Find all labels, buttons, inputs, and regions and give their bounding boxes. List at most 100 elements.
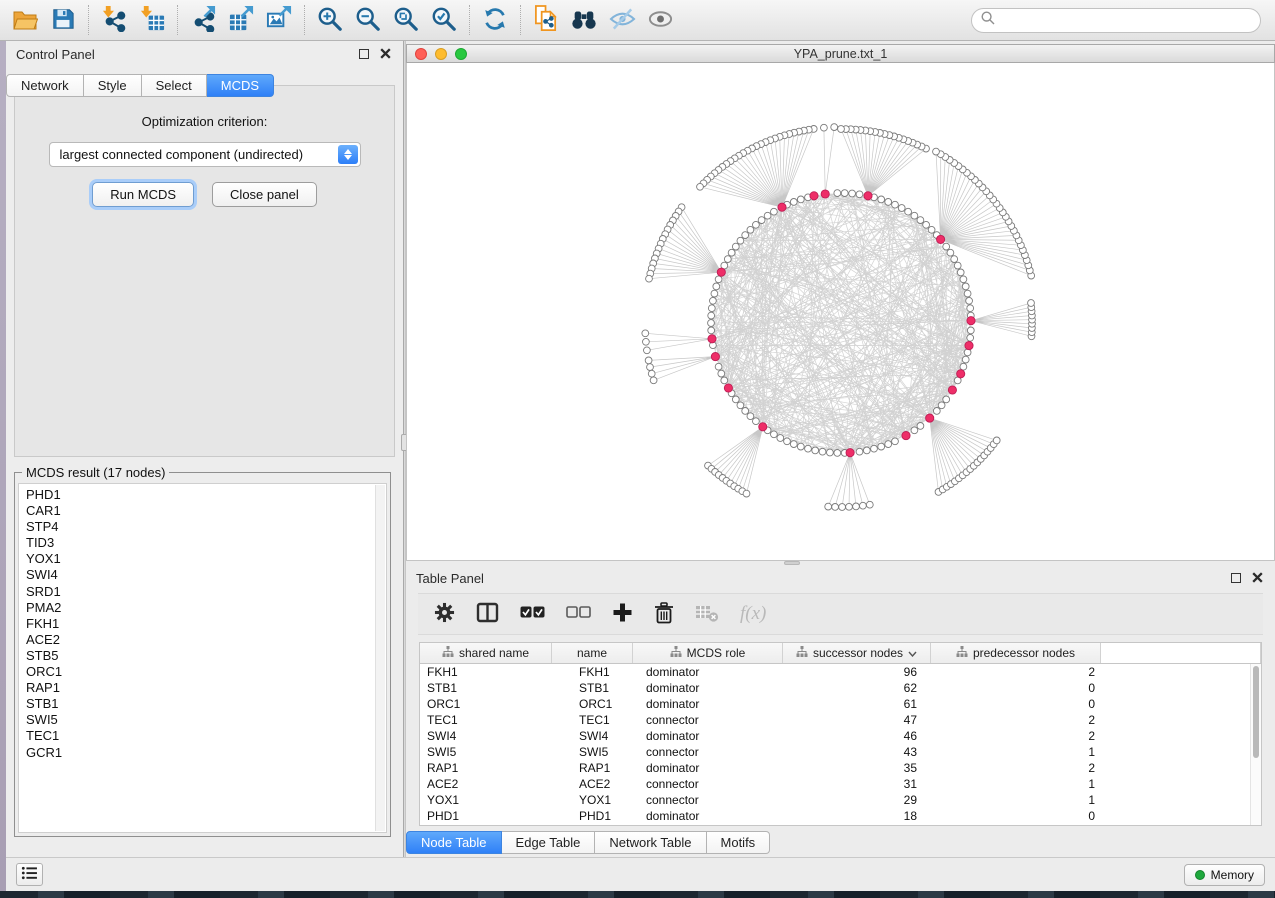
- network-node[interactable]: [832, 504, 839, 511]
- network-node[interactable]: [713, 283, 720, 290]
- show-columns-button[interactable]: [476, 602, 499, 626]
- network-node[interactable]: [743, 490, 750, 497]
- mcds-hub-node[interactable]: [957, 370, 965, 378]
- mcds-hub-node[interactable]: [965, 342, 973, 350]
- table-cell[interactable]: 18: [783, 808, 931, 824]
- network-node[interactable]: [710, 297, 717, 304]
- network-node[interactable]: [878, 196, 885, 203]
- tab-mcds[interactable]: MCDS: [207, 74, 274, 97]
- zoom-fit-button[interactable]: [387, 3, 425, 37]
- network-node[interactable]: [831, 124, 838, 131]
- network-node[interactable]: [742, 232, 749, 239]
- network-node[interactable]: [737, 402, 744, 409]
- mcds-hub-node[interactable]: [708, 335, 716, 343]
- table-cell[interactable]: SWI4: [420, 728, 552, 744]
- network-node[interactable]: [650, 377, 657, 384]
- result-item[interactable]: TEC1: [26, 728, 386, 744]
- network-node[interactable]: [711, 290, 718, 297]
- network-node[interactable]: [821, 124, 828, 131]
- network-node[interactable]: [790, 441, 797, 448]
- result-item[interactable]: FKH1: [26, 616, 386, 632]
- table-cell[interactable]: 0: [931, 680, 1101, 696]
- network-node[interactable]: [647, 364, 654, 371]
- mcds-hub-node[interactable]: [810, 192, 818, 200]
- network-node[interactable]: [834, 450, 841, 457]
- select-all-button[interactable]: [520, 606, 545, 622]
- table-row[interactable]: TEC1TEC1connector472: [420, 712, 1261, 728]
- network-node[interactable]: [708, 305, 715, 312]
- network-node[interactable]: [871, 445, 878, 452]
- run-mcds-button[interactable]: Run MCDS: [92, 182, 194, 207]
- network-node[interactable]: [923, 221, 930, 228]
- network-node[interactable]: [863, 447, 870, 454]
- network-node[interactable]: [819, 448, 826, 455]
- import-network-button[interactable]: [95, 3, 133, 37]
- table-cell[interactable]: ACE2: [420, 776, 552, 792]
- column-header-name[interactable]: name: [552, 643, 633, 663]
- network-node[interactable]: [917, 423, 924, 430]
- table-scrollbar-thumb[interactable]: [1253, 666, 1259, 758]
- zoom-out-button[interactable]: [349, 3, 387, 37]
- network-node[interactable]: [724, 256, 731, 263]
- table-row[interactable]: SWI4SWI4dominator462: [420, 728, 1261, 744]
- network-node[interactable]: [812, 447, 819, 454]
- mcds-hub-node[interactable]: [778, 203, 786, 211]
- network-node[interactable]: [708, 312, 715, 319]
- export-image-button[interactable]: [260, 3, 298, 37]
- zoom-selected-button[interactable]: [425, 3, 463, 37]
- network-node[interactable]: [839, 504, 846, 511]
- mcds-hub-node[interactable]: [759, 423, 767, 431]
- network-node[interactable]: [777, 435, 784, 442]
- criterion-dropdown[interactable]: largest connected component (undirected): [49, 142, 361, 167]
- mcds-hub-node[interactable]: [711, 353, 719, 361]
- table-cell[interactable]: STB1: [420, 680, 552, 696]
- network-node[interactable]: [951, 256, 958, 263]
- result-item[interactable]: STB1: [26, 696, 386, 712]
- result-item[interactable]: RAP1: [26, 680, 386, 696]
- open-session-button[interactable]: [6, 3, 44, 37]
- table-cell[interactable]: dominator: [633, 760, 783, 776]
- search-box[interactable]: [971, 8, 1261, 33]
- table-cell[interactable]: YOX1: [420, 792, 552, 808]
- memory-button[interactable]: Memory: [1184, 864, 1265, 886]
- table-cell[interactable]: RAP1: [552, 760, 633, 776]
- column-header-shared-name[interactable]: shared name: [420, 643, 552, 663]
- table-cell[interactable]: PHD1: [552, 808, 633, 824]
- network-node[interactable]: [898, 205, 905, 212]
- network-node[interactable]: [644, 347, 651, 354]
- network-node[interactable]: [771, 431, 778, 438]
- result-scrollbar[interactable]: [375, 485, 385, 831]
- table-cell[interactable]: SWI5: [420, 744, 552, 760]
- network-node[interactable]: [957, 269, 964, 276]
- mcds-hub-node[interactable]: [937, 235, 945, 243]
- table-row[interactable]: FKH1FKH1dominator962: [420, 664, 1261, 680]
- table-cell[interactable]: connector: [633, 744, 783, 760]
- table-cell[interactable]: 62: [783, 680, 931, 696]
- network-node[interactable]: [938, 402, 945, 409]
- network-node[interactable]: [708, 320, 715, 327]
- network-node[interactable]: [747, 226, 754, 233]
- close-panel-icon[interactable]: [1252, 571, 1263, 586]
- settings-gear-button[interactable]: [434, 602, 455, 626]
- table-row[interactable]: ORC1ORC1dominator610: [420, 696, 1261, 712]
- save-session-button[interactable]: [44, 3, 82, 37]
- column-header-predecessor-nodes[interactable]: predecessor nodes: [931, 643, 1101, 663]
- network-node[interactable]: [708, 327, 715, 334]
- mcds-hub-node[interactable]: [821, 190, 829, 198]
- tab-select[interactable]: Select: [142, 74, 207, 97]
- delete-column-button[interactable]: [654, 602, 674, 627]
- network-node[interactable]: [960, 363, 967, 370]
- tab-network-table[interactable]: Network Table: [595, 831, 706, 854]
- result-item[interactable]: STB5: [26, 648, 386, 664]
- mcds-hub-node[interactable]: [902, 432, 910, 440]
- network-node[interactable]: [642, 330, 649, 337]
- table-cell[interactable]: 43: [783, 744, 931, 760]
- close-panel-icon[interactable]: [380, 47, 391, 62]
- network-node[interactable]: [790, 199, 797, 206]
- maximize-window-icon[interactable]: [455, 48, 467, 60]
- network-node[interactable]: [933, 148, 940, 155]
- table-cell[interactable]: ORC1: [552, 696, 633, 712]
- network-node[interactable]: [885, 199, 892, 206]
- result-item[interactable]: ACE2: [26, 632, 386, 648]
- table-cell[interactable]: 1: [931, 744, 1101, 760]
